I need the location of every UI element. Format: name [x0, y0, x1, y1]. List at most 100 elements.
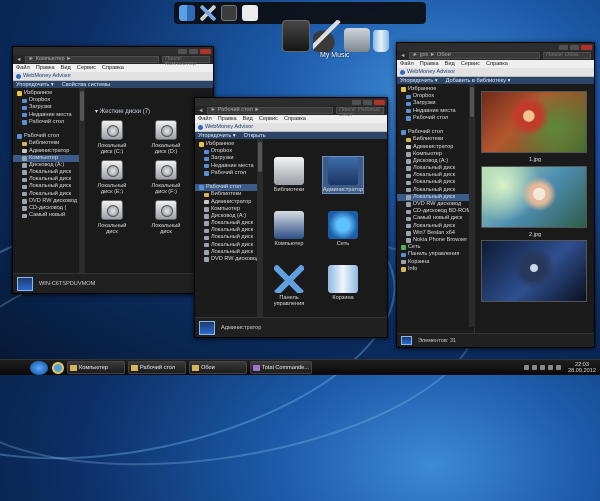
drive-tile[interactable]: Локальный диск — [97, 200, 127, 235]
nav-item[interactable]: Локальный диск — [13, 191, 84, 198]
menu-item[interactable]: Сервис — [461, 61, 480, 67]
nav-item[interactable]: Корзина — [397, 259, 474, 266]
menu-item[interactable]: Правка — [218, 116, 237, 122]
address-bar[interactable]: ◄ ► gxs ► Обои Поиск: Обои — [397, 51, 594, 60]
nav-item[interactable]: Администратор — [195, 199, 262, 206]
scrollbar[interactable] — [79, 88, 85, 273]
nav-item[interactable]: Библиотеки — [397, 136, 474, 143]
menu-item[interactable]: Файл — [198, 116, 212, 122]
maximize-button[interactable] — [363, 99, 372, 105]
search-input[interactable]: Поиск: Обои — [543, 52, 591, 59]
maximize-button[interactable] — [189, 48, 198, 54]
tray-icon[interactable] — [540, 365, 545, 370]
desktop-item[interactable]: Администратор — [322, 156, 364, 194]
scrollbar[interactable] — [469, 84, 475, 327]
explorer-window-desktop[interactable]: ◄ ► Рабочий стол ► Поиск: Рабочий стол Ф… — [194, 97, 388, 338]
menu-item[interactable]: Справка — [284, 116, 306, 122]
nav-item[interactable]: Недавние места — [13, 112, 84, 119]
start-button[interactable] — [30, 360, 48, 375]
menu-item[interactable]: Правка — [420, 61, 439, 67]
volume-icon[interactable] — [556, 365, 561, 370]
webmoney-toolbar[interactable]: WebMoney Advisor — [397, 68, 594, 77]
nav-item[interactable]: Дисковод (A:) — [13, 162, 84, 169]
desktop-item[interactable]: Библиотеки — [269, 157, 309, 193]
nav-item[interactable]: DVD RW дисковод — [195, 256, 262, 263]
close-button[interactable] — [200, 48, 211, 54]
desktop-item[interactable]: Панель управления — [269, 265, 309, 307]
nav-item[interactable]: Библиотеки — [195, 191, 262, 198]
nav-item[interactable]: Info — [397, 266, 474, 273]
back-arrow-icon[interactable]: ◄ — [198, 108, 204, 114]
address-bar[interactable]: ◄ ► Компьютер ► Поиск: Компьютер — [13, 55, 213, 67]
trash-icon[interactable] — [373, 30, 389, 52]
scrollbar-thumb[interactable] — [470, 87, 474, 117]
nav-item[interactable]: Библиотеки — [13, 140, 84, 147]
nav-item[interactable]: DVD RW дисковод — [13, 198, 84, 205]
nav-item[interactable]: Избранное — [397, 86, 474, 93]
internet-explorer-icon[interactable] — [52, 361, 64, 374]
nav-item[interactable]: Nokia Phone Browser — [397, 237, 474, 244]
search-input[interactable]: Поиск: Компьютер — [162, 56, 210, 67]
nav-item[interactable]: Компьютер — [13, 154, 84, 162]
webmoney-toolbar[interactable]: WebMoney Advisor — [13, 72, 213, 81]
drive-tile[interactable]: Локальный диск (D:) — [151, 120, 181, 155]
nav-item[interactable]: Локальный диск — [397, 223, 474, 230]
close-button[interactable] — [374, 99, 385, 105]
nav-item[interactable]: Дисковод (A:) — [397, 158, 474, 165]
desktop-item[interactable]: Компьютер — [269, 211, 309, 247]
nav-item[interactable]: Администратор — [397, 144, 474, 151]
guitar-icon[interactable] — [313, 20, 341, 52]
window-titlebar[interactable] — [195, 98, 387, 106]
tools-icon[interactable] — [200, 5, 216, 21]
nav-item[interactable]: Компьютер — [195, 206, 262, 213]
nav-item[interactable]: Загрузки — [195, 155, 262, 162]
nav-item[interactable]: Администратор — [13, 148, 84, 155]
clock[interactable]: 22:03 28.09.2012 — [568, 362, 596, 374]
nav-item[interactable]: Рабочий стол — [13, 119, 84, 126]
nav-item[interactable]: DVD RW дисковод — [397, 201, 474, 208]
nav-item[interactable]: Dropbox — [195, 148, 262, 155]
taskbar-button[interactable]: Total Commande... — [250, 361, 312, 374]
menu-item[interactable]: Вид — [61, 65, 71, 71]
address-path[interactable]: ► Рабочий стол ► — [206, 107, 333, 114]
nav-item[interactable]: Дисковод (A:) — [195, 213, 262, 220]
nav-item[interactable]: Недавние места — [195, 163, 262, 170]
back-arrow-icon[interactable]: ◄ — [400, 53, 406, 59]
menu-item[interactable]: Вид — [445, 61, 455, 67]
nav-item[interactable]: Сеть — [397, 244, 474, 251]
menu-item[interactable]: Файл — [400, 61, 414, 67]
nav-item[interactable]: Локальный диск — [195, 249, 262, 256]
image-thumbnail[interactable] — [481, 240, 587, 302]
folder-icon[interactable] — [282, 20, 310, 52]
nav-item[interactable]: Dropbox — [397, 93, 474, 100]
menu-item[interactable]: Вид — [243, 116, 253, 122]
drive-tile[interactable]: Локальный диск — [151, 200, 181, 235]
address-bar[interactable]: ◄ ► Рабочий стол ► Поиск: Рабочий стол — [195, 106, 387, 118]
nav-item[interactable]: Рабочий стол — [195, 184, 262, 192]
image-thumbnail[interactable] — [481, 166, 587, 228]
menu-item[interactable]: Справка — [102, 65, 124, 71]
nav-item[interactable]: Компьютер — [397, 151, 474, 158]
menu-item[interactable]: Сервис — [77, 65, 96, 71]
explorer-window-wallpapers[interactable]: ◄ ► gxs ► Обои Поиск: Обои Файл Правка Вид… — [396, 42, 595, 348]
maximize-button[interactable] — [570, 44, 579, 50]
nav-item[interactable]: Самый новый диск — [397, 215, 474, 222]
tray-icon[interactable] — [524, 365, 529, 370]
tray-icon[interactable] — [548, 365, 553, 370]
taskbar-button[interactable]: Обои — [189, 361, 247, 374]
document-icon[interactable] — [242, 5, 258, 21]
explorer-window-computer[interactable]: ◄ ► Компьютер ► Поиск: Компьютер Файл Пра… — [12, 46, 214, 294]
drive-tile[interactable]: Локальный диск (F:) — [151, 160, 181, 195]
nav-item[interactable]: Недавние места — [397, 108, 474, 115]
notes-icon[interactable] — [221, 5, 237, 21]
menu-item[interactable]: Правка — [36, 65, 55, 71]
taskbar-button[interactable]: Рабочий стол — [128, 361, 186, 374]
nav-item[interactable]: Dropbox — [13, 97, 84, 104]
nav-item[interactable]: Локальный диск — [397, 179, 474, 186]
finder-icon[interactable] — [179, 5, 195, 21]
menu-item[interactable]: Справка — [486, 61, 508, 67]
drive-tile[interactable]: Локальный диск (E:) — [97, 160, 127, 195]
nav-item[interactable]: Панель управления — [397, 251, 474, 258]
nav-item[interactable]: Загрузки — [13, 104, 84, 111]
nav-item[interactable]: Локальный диск — [195, 242, 262, 249]
